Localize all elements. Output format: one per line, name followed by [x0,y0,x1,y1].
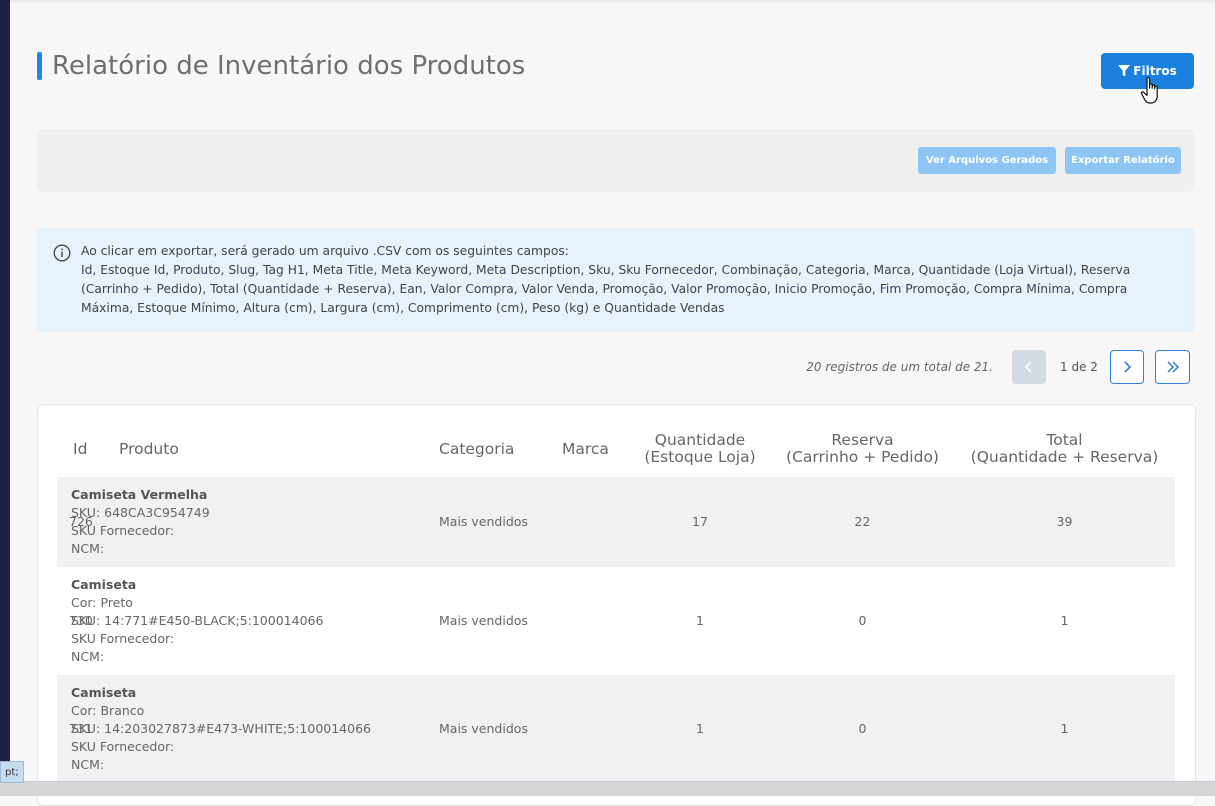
row-reserva: 0 [858,613,867,628]
product-name: Camiseta [71,685,137,700]
double-chevron-right-icon [1166,361,1179,373]
row-total: 1 [1060,613,1069,628]
next-page-button[interactable] [1110,350,1144,384]
column-header-id: Id [73,440,88,458]
page-title: Relatório de Inventário dos Produtos [52,51,526,81]
column-header-total-line2: (Quantidade + Reserva) [970,448,1159,466]
row-quantidade: 17 [692,514,708,529]
info-icon [53,244,71,262]
hand-cursor-icon [1140,77,1158,104]
column-header-total: Total (Quantidade + Reserva) [962,432,1167,466]
product-ncm: NCM: [71,541,105,556]
tooltip: pt; [0,761,24,783]
export-report-button[interactable]: Exportar Relatório [1065,147,1181,174]
row-reserva: 0 [858,721,867,736]
product-sku-fornecedor: SKU Fornecedor: [71,631,175,646]
product-name: Camiseta [71,577,137,592]
column-header-reserva: Reserva (Carrinho + Pedido) [780,432,945,466]
row-quantidade: 1 [696,721,704,736]
row-total: 1 [1060,721,1069,736]
page-header: Relatório de Inventário dos Produtos [37,50,525,82]
info-line-2: Id, Estoque Id, Produto, Slug, Tag H1, M… [81,263,1131,315]
product-name: Camiseta Vermelha [71,487,208,502]
column-header-total-line1: Total [1046,431,1083,449]
column-header-quantidade-line1: Quantidade [654,431,746,449]
row-categoria: Mais vendidos [439,721,528,736]
product-ncm: NCM: [71,757,105,772]
column-header-produto: Produto [119,440,179,458]
row-total: 39 [1056,514,1073,529]
sidebar-edge [0,0,10,795]
column-header-quantidade: Quantidade (Estoque Loja) [640,432,760,466]
column-header-categoria: Categoria [439,440,515,458]
product-sku: SKU: 14:771#E450-BLACK;5:100014066 [71,613,324,628]
product-color: Cor: Branco [71,703,145,718]
row-categoria: Mais vendidos [439,613,528,628]
row-reserva: 22 [854,514,871,529]
chevron-right-icon [1124,361,1132,373]
info-line-1: Ao clicar em exportar, será gerado um ar… [81,244,569,258]
last-page-button[interactable] [1155,350,1190,384]
product-color: Cor: Preto [71,595,133,610]
status-bar [0,781,1215,796]
product-info: Camiseta Cor: Preto SKU: 14:771#E450-BLA… [71,576,323,666]
title-accent-bar [37,52,42,80]
product-sku: SKU: 648CA3C954749 [71,505,210,520]
filter-icon [1118,65,1131,77]
chevron-left-icon [1024,361,1032,373]
pagination-summary: 20 registros de um total de 21. [806,360,993,374]
column-header-reserva-line1: Reserva [831,431,894,449]
info-text: Ao clicar em exportar, será gerado um ar… [81,242,1181,318]
row-quantidade: 1 [696,613,704,628]
row-categoria: Mais vendidos [439,514,528,529]
column-header-marca: Marca [562,440,609,458]
page-indicator: 1 de 2 [1060,360,1098,374]
prev-page-button[interactable] [1012,350,1046,384]
product-sku: SKU: 14:203027873#E473-WHITE;5:100014066 [71,721,371,736]
top-shadow [10,0,1215,4]
product-sku-fornecedor: SKU Fornecedor: [71,523,175,538]
product-info: Camiseta Cor: Branco SKU: 14:203027873#E… [71,684,371,774]
column-header-quantidade-line2: (Estoque Loja) [644,448,756,466]
product-info: Camiseta Vermelha SKU: 648CA3C954749 SKU… [71,486,210,558]
info-alert: Ao clicar em exportar, será gerado um ar… [37,228,1194,332]
view-generated-files-button[interactable]: Ver Arquivos Gerados [918,147,1056,174]
column-header-reserva-line2: (Carrinho + Pedido) [786,448,939,466]
product-ncm: NCM: [71,649,105,664]
product-sku-fornecedor: SKU Fornecedor: [71,739,175,754]
